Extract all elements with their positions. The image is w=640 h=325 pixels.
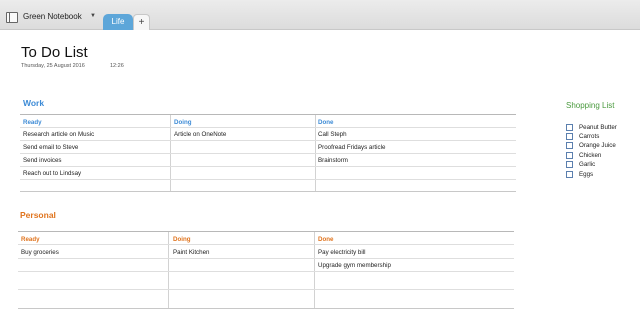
checkbox[interactable] <box>566 152 573 159</box>
column-header-done[interactable]: Done <box>318 236 333 243</box>
table-divider <box>18 289 514 290</box>
table-cell[interactable]: Article on OneNote <box>174 131 226 138</box>
notebook-name[interactable]: Green Notebook <box>23 12 82 21</box>
notebook-icon[interactable] <box>6 12 18 23</box>
checkbox[interactable] <box>566 133 573 140</box>
table-cell[interactable]: Research article on Music <box>23 131 94 138</box>
checkbox[interactable] <box>566 161 573 168</box>
shopping-list-title[interactable]: Shopping List <box>566 101 614 110</box>
checkbox[interactable] <box>566 142 573 149</box>
list-item-label[interactable]: Orange Juice <box>579 142 616 149</box>
table-cell[interactable]: Paint Kitchen <box>173 249 209 256</box>
table-cell[interactable]: Send email to Steve <box>23 144 78 151</box>
list-item-label[interactable]: Carrots <box>579 133 599 140</box>
table-divider <box>20 127 516 128</box>
page-time: 12:26 <box>110 63 124 69</box>
table-cell[interactable]: Upgrade gym membership <box>318 262 391 269</box>
column-header-doing[interactable]: Doing <box>174 119 192 126</box>
column-header-ready[interactable]: Ready <box>23 119 42 126</box>
table-divider <box>18 244 514 245</box>
add-section-button[interactable]: + <box>133 14 150 30</box>
chevron-down-icon[interactable]: ▼ <box>90 13 96 19</box>
table-cell[interactable]: Brainstorm <box>318 157 348 164</box>
table-divider <box>20 140 516 141</box>
table-cell[interactable]: Send invoices <box>23 157 62 164</box>
table-cell[interactable]: Buy groceries <box>21 249 59 256</box>
table-cell[interactable]: Pay electricity bill <box>318 249 365 256</box>
column-header-doing[interactable]: Doing <box>173 236 191 243</box>
list-item-label[interactable]: Garlic <box>579 161 595 168</box>
list-item-label[interactable]: Peanut Butter <box>579 124 617 131</box>
table-divider <box>18 258 514 259</box>
tab-life[interactable]: Life <box>103 14 133 30</box>
checkbox[interactable] <box>566 171 573 178</box>
checkbox[interactable] <box>566 124 573 131</box>
column-header-done[interactable]: Done <box>318 119 333 126</box>
table-divider <box>20 166 516 167</box>
work-section-title[interactable]: Work <box>23 98 44 108</box>
table-divider <box>20 179 516 180</box>
table-divider <box>20 153 516 154</box>
list-item-label[interactable]: Chicken <box>579 152 601 159</box>
table-cell[interactable]: Proofread Fridays article <box>318 144 385 151</box>
table-cell[interactable]: Call Steph <box>318 131 347 138</box>
work-table: Ready Doing Done Research article on Mus… <box>20 114 516 192</box>
table-divider <box>18 271 514 272</box>
notebook-toolbar: Green Notebook ▼ Life + <box>0 0 640 30</box>
table-cell[interactable]: Reach out to Lindsay <box>23 170 81 177</box>
page-title[interactable]: To Do List <box>21 44 88 61</box>
page-date: Thursday, 25 August 2016 <box>21 63 85 69</box>
list-item-label[interactable]: Eggs <box>579 171 593 178</box>
personal-section-title[interactable]: Personal <box>20 210 56 220</box>
column-header-ready[interactable]: Ready <box>21 236 40 243</box>
personal-table: Ready Doing Done Buy groceries Paint Kit… <box>18 231 514 309</box>
